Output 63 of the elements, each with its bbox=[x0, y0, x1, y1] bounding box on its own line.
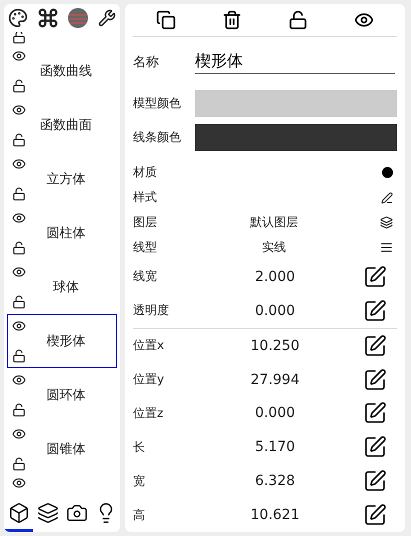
object-list-item[interactable]: 立方体 bbox=[7, 152, 117, 206]
lock-icon[interactable] bbox=[12, 133, 26, 147]
object-list-item[interactable]: 圆柱体 bbox=[7, 206, 117, 260]
property-value: 0.000 bbox=[254, 405, 296, 422]
property-label: 名称 bbox=[133, 54, 160, 71]
lock-icon[interactable] bbox=[12, 79, 26, 93]
wrench-icon[interactable] bbox=[98, 9, 116, 27]
eye-icon[interactable] bbox=[12, 211, 26, 225]
object-list-item[interactable]: 圆环体 bbox=[7, 368, 117, 422]
property-value: 10.621 bbox=[250, 507, 300, 524]
lock-icon[interactable] bbox=[12, 32, 26, 44]
property-label: 线型 bbox=[133, 239, 158, 256]
property-label: 位置y bbox=[133, 371, 166, 388]
object-list-item[interactable]: 函数曲线 bbox=[7, 44, 117, 98]
property-value: 2.000 bbox=[254, 268, 296, 285]
palette-icon[interactable] bbox=[8, 8, 28, 28]
property-label: 样式 bbox=[133, 189, 158, 206]
pen-icon[interactable] bbox=[381, 192, 393, 204]
property-label: 高 bbox=[133, 506, 146, 524]
lock-icon[interactable] bbox=[12, 349, 26, 363]
eye-icon[interactable] bbox=[12, 157, 26, 171]
property-label: 宽 bbox=[133, 472, 146, 490]
object-list-item[interactable]: 楔形体 bbox=[7, 314, 117, 368]
layers-icon[interactable] bbox=[380, 216, 393, 230]
material-dot-icon[interactable] bbox=[382, 167, 393, 178]
lock-icon[interactable] bbox=[12, 295, 26, 309]
object-list-item[interactable]: 函数曲面 bbox=[7, 98, 117, 152]
eye-icon[interactable] bbox=[12, 319, 26, 333]
property-label: 长 bbox=[133, 438, 146, 456]
lock-icon[interactable] bbox=[12, 403, 26, 417]
eye-icon[interactable] bbox=[12, 476, 26, 488]
lock-icon[interactable] bbox=[12, 187, 26, 201]
object-list-item[interactable]: 圆锥体 bbox=[7, 422, 117, 476]
property-label: 透明度 bbox=[133, 302, 170, 320]
property-value: 默认图层 bbox=[249, 214, 299, 232]
lock-icon[interactable] bbox=[12, 241, 26, 255]
menu-icon[interactable] bbox=[380, 241, 393, 254]
eye-icon[interactable] bbox=[12, 427, 26, 441]
lock-icon[interactable] bbox=[12, 457, 26, 471]
property-value: 实线 bbox=[261, 239, 287, 256]
property-label: 位置z bbox=[133, 404, 164, 422]
eye-icon[interactable] bbox=[12, 265, 26, 279]
property-value: 6.328 bbox=[254, 473, 296, 490]
eye-icon[interactable] bbox=[12, 373, 26, 387]
property-label: 线条颜色 bbox=[133, 129, 182, 146]
property-label: 线宽 bbox=[133, 268, 158, 286]
command-icon[interactable] bbox=[36, 7, 59, 29]
property-label: 图层 bbox=[133, 214, 158, 232]
property-label: 位置x bbox=[133, 337, 166, 354]
line-color-swatch[interactable] bbox=[195, 124, 397, 151]
sphere-icon[interactable] bbox=[67, 7, 90, 29]
eye-icon[interactable] bbox=[12, 103, 26, 117]
layers-icon bbox=[36, 502, 58, 524]
object-list-item[interactable]: 球体 bbox=[7, 260, 117, 314]
property-value: 5.170 bbox=[254, 439, 296, 456]
property-value: 0.000 bbox=[254, 302, 296, 319]
cube-icon bbox=[8, 502, 30, 524]
property-value: 27.994 bbox=[250, 372, 300, 388]
eye-icon[interactable] bbox=[12, 49, 26, 63]
property-label: 模型颜色 bbox=[133, 95, 182, 112]
property-value: 10.250 bbox=[250, 338, 300, 354]
model-color-swatch[interactable] bbox=[195, 90, 397, 118]
property-label: 材质 bbox=[133, 164, 158, 182]
